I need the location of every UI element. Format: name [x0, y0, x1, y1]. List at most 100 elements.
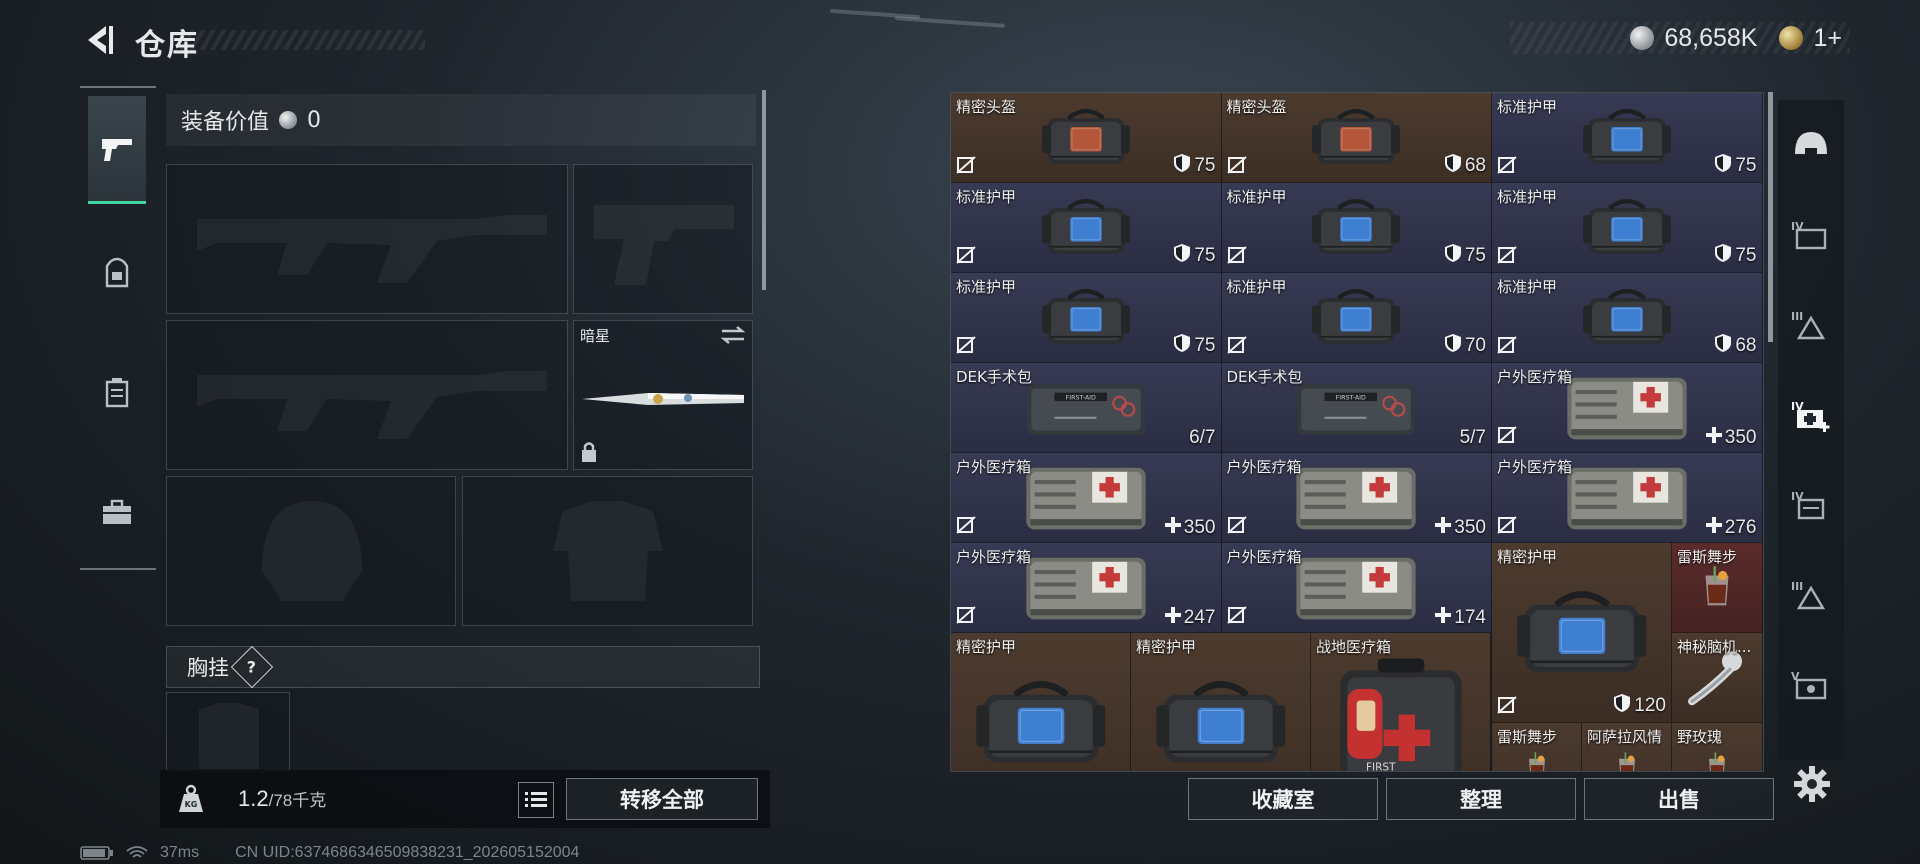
pistol-slot[interactable] — [573, 164, 753, 314]
primary-weapon-slot[interactable] — [166, 164, 568, 314]
no-trade-icon — [1226, 246, 1247, 268]
stash-item[interactable]: 标准护甲 70 — [1221, 273, 1492, 363]
stash-item-name: 战地医疗箱 — [1316, 638, 1392, 656]
stash-item[interactable]: 精密头盔 75 — [951, 93, 1222, 183]
armor-bag-icon — [1516, 590, 1647, 672]
stash-item[interactable]: DEK手术包 FIRST-AID 6/7 — [951, 363, 1222, 453]
stash-item[interactable]: 标准护甲 75 — [1492, 183, 1763, 273]
stash-item[interactable]: 户外医疗箱 350 — [1492, 363, 1763, 453]
medical-iv-category[interactable]: IV — [1778, 372, 1844, 460]
stash-item[interactable]: 精密头盔 68 — [1221, 93, 1492, 183]
list-view-button[interactable] — [518, 782, 554, 818]
stash-item[interactable]: 野玫瑰 — [1672, 723, 1763, 771]
plus-icon — [1705, 427, 1722, 449]
stash-item-name: 标准护甲 — [1497, 188, 1558, 206]
stash-item-stat-value: 75 — [1194, 245, 1216, 266]
shield-icon — [1614, 694, 1631, 712]
stash-item[interactable]: 户外医疗箱 350 — [1221, 453, 1492, 543]
pistol-icon — [102, 138, 132, 161]
gear-icon — [1794, 766, 1830, 802]
stash-scrollbar[interactable] — [1768, 92, 1773, 342]
stash-item[interactable]: 标准护甲 68 — [1492, 273, 1763, 363]
stash-item[interactable]: 雷斯舞步 — [1492, 723, 1582, 771]
collection-room-button[interactable]: 收藏室 — [1188, 778, 1378, 820]
stash-item-name: 精密护甲 — [1497, 548, 1558, 566]
secondary-weapon-slot[interactable] — [166, 320, 568, 470]
svg-text:III: III — [1791, 310, 1803, 323]
silver-currency-value: 68,658K — [1664, 23, 1758, 52]
sell-button[interactable]: 出售 — [1584, 778, 1774, 820]
stash-item[interactable]: 雷斯舞步 — [1672, 543, 1763, 633]
helmet-category[interactable] — [1778, 102, 1844, 190]
chest-rig-slot[interactable] — [166, 692, 290, 772]
stash-item[interactable]: 精密护甲 120 — [1492, 543, 1672, 723]
rig-iv-category[interactable]: IV — [1778, 462, 1844, 550]
back-button[interactable] — [80, 22, 116, 58]
field-medkit-icon: FIRST — [1339, 658, 1462, 771]
stash-item[interactable]: 战地医疗箱 FIRST — [1311, 633, 1491, 771]
lock-icon — [582, 442, 596, 462]
stash-item[interactable]: 户外医疗箱 247 — [951, 543, 1222, 633]
stash-item-stat: 5/7 — [1457, 427, 1486, 449]
stash-item[interactable]: 标准护甲 75 — [1492, 93, 1763, 183]
stash-item[interactable]: 户外医疗箱 350 — [951, 453, 1222, 543]
shield-icon — [1714, 243, 1732, 269]
pistol-silhouette-icon — [594, 205, 734, 285]
vest-icon — [105, 378, 129, 408]
weapons-tab[interactable] — [88, 96, 146, 204]
stash-item-stat: 75 — [1173, 333, 1216, 359]
settings-button[interactable] — [1790, 762, 1834, 806]
armor-iii-b-category[interactable]: III — [1778, 552, 1844, 640]
armor-slot[interactable] — [462, 476, 753, 626]
list-icon — [525, 792, 547, 807]
shield-icon — [1174, 244, 1191, 262]
stash-item-stat-value: 247 — [1183, 607, 1216, 628]
armor-iii-category[interactable]: III — [1778, 282, 1844, 370]
svg-text:KG: KG — [185, 800, 198, 809]
stash-item-name: 标准护甲 — [956, 278, 1017, 296]
stash-item[interactable]: 阿萨拉风情 — [1582, 723, 1672, 771]
stash-item-art — [1155, 668, 1286, 771]
stash-item[interactable]: 神秘脑机... — [1672, 633, 1763, 723]
stash-item-stat-value: 350 — [1183, 517, 1216, 538]
shield-icon — [1714, 333, 1732, 359]
armor-iv-category[interactable]: IV — [1778, 192, 1844, 280]
melee-item-name: 暗星 — [580, 327, 611, 345]
stash-item-art: FIRST — [1331, 653, 1471, 771]
device-v-category[interactable]: V — [1778, 642, 1844, 730]
backpack-tab[interactable] — [88, 218, 146, 326]
melee-slot[interactable]: 暗星 — [573, 320, 753, 470]
organize-button[interactable]: 整理 — [1386, 778, 1576, 820]
stash-item[interactable]: 精密护甲 — [951, 633, 1131, 771]
small-drink-icon — [1618, 751, 1635, 771]
stash-item-art — [1011, 551, 1161, 627]
equipment-scrollbar[interactable] — [762, 90, 766, 290]
shield-icon — [1444, 153, 1462, 179]
stash-item[interactable]: 标准护甲 75 — [951, 183, 1222, 273]
swap-icon[interactable] — [720, 325, 746, 345]
weight-current: 1.2 — [238, 786, 269, 811]
stash-item[interactable]: 标准护甲 75 — [1221, 183, 1492, 273]
vest-tab[interactable] — [88, 338, 146, 446]
stash-item[interactable]: 户外医疗箱 174 — [1221, 543, 1492, 633]
stash-item-art: FIRST-AID — [1281, 375, 1431, 442]
help-icon[interactable]: ? — [230, 645, 274, 689]
medkit-icon — [1567, 377, 1687, 439]
stash-item-art — [1552, 461, 1702, 537]
stash-item[interactable]: 户外医疗箱 276 — [1492, 453, 1763, 543]
stash-item-name: 标准护甲 — [1226, 278, 1287, 296]
equipment-value-label: 装备价值 — [181, 110, 270, 135]
stash-item-stat: 75 — [1173, 153, 1216, 179]
helmet-slot[interactable] — [166, 476, 456, 626]
stash-item[interactable]: 标准护甲 75 — [951, 273, 1222, 363]
helmet-silhouette-icon — [262, 501, 362, 601]
toolbox-tab[interactable] — [88, 458, 146, 566]
knife-icon — [582, 393, 744, 405]
stash-item[interactable]: DEK手术包 FIRST-AID 5/7 — [1221, 363, 1492, 453]
stash-item[interactable]: 精密护甲 — [1131, 633, 1311, 771]
shield-icon — [1173, 333, 1191, 359]
status-bar: 37ms CN UID:6374686346509838231_20260515… — [80, 844, 579, 862]
small-drink-icon — [1708, 751, 1725, 771]
back-arrow-icon — [88, 26, 113, 54]
transfer-all-button[interactable]: 转移全部 — [566, 778, 758, 820]
